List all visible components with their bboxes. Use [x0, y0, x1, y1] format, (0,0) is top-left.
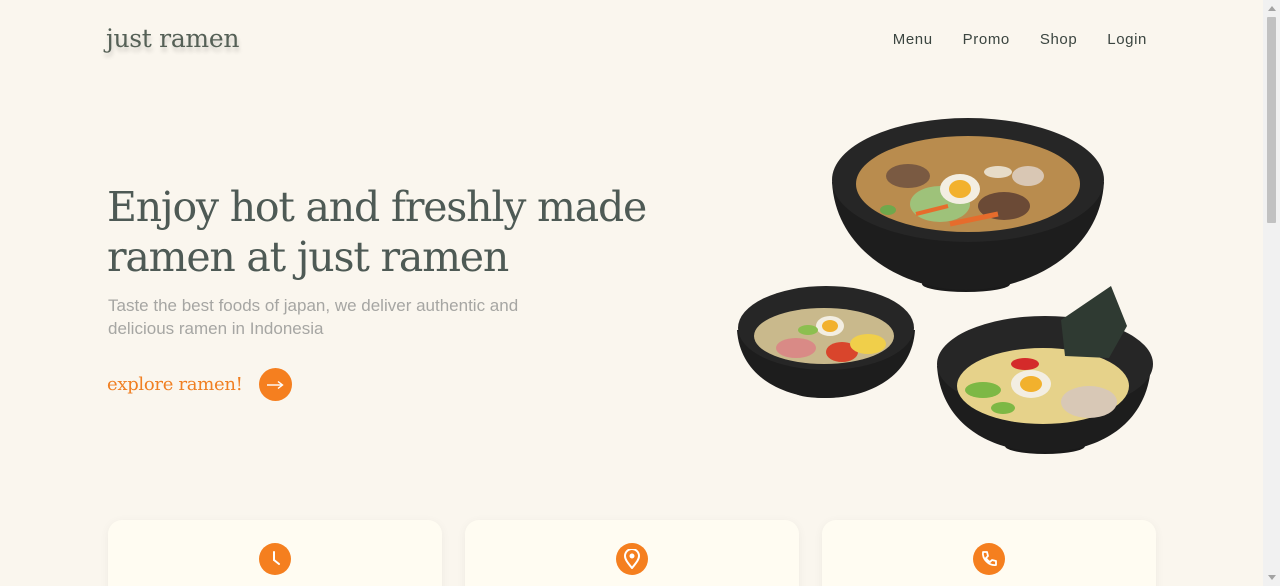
info-card-hours [108, 520, 442, 586]
clock-icon [259, 543, 291, 575]
hero-subtitle: Taste the best foods of japan, we delive… [108, 296, 519, 338]
location-pin-icon [616, 543, 648, 575]
scrollbar-thumb[interactable] [1267, 17, 1276, 223]
nav-promo-link[interactable]: Promo [963, 31, 1010, 48]
ramen-bowl-medium-image [737, 286, 915, 398]
ramen-bowl-nori-image [937, 286, 1153, 454]
arrow-right-icon[interactable] [258, 368, 292, 401]
info-card-contact [822, 520, 1156, 586]
page-scrollbar[interactable] [1263, 0, 1280, 586]
hero-title: Enjoy hot and freshly made ramen at just… [107, 183, 647, 281]
main-nav: Menu Promo Shop Login [893, 31, 1147, 48]
landing-page: just ramen Menu Promo Shop Login Enjoy h… [0, 0, 1280, 586]
nav-login-link[interactable]: Login [1107, 31, 1147, 48]
scroll-down-arrow-icon[interactable] [1263, 569, 1280, 586]
logo[interactable]: just ramen [106, 24, 239, 53]
explore-ramen-label: explore ramen! [107, 374, 243, 395]
scroll-up-arrow-icon[interactable] [1263, 0, 1280, 17]
info-card-location [465, 520, 799, 586]
ramen-bowl-large-image [832, 118, 1104, 292]
phone-icon [973, 543, 1005, 575]
explore-ramen-button[interactable]: explore ramen! [107, 368, 292, 401]
nav-shop-link[interactable]: Shop [1040, 31, 1077, 48]
nav-menu-link[interactable]: Menu [893, 31, 933, 48]
